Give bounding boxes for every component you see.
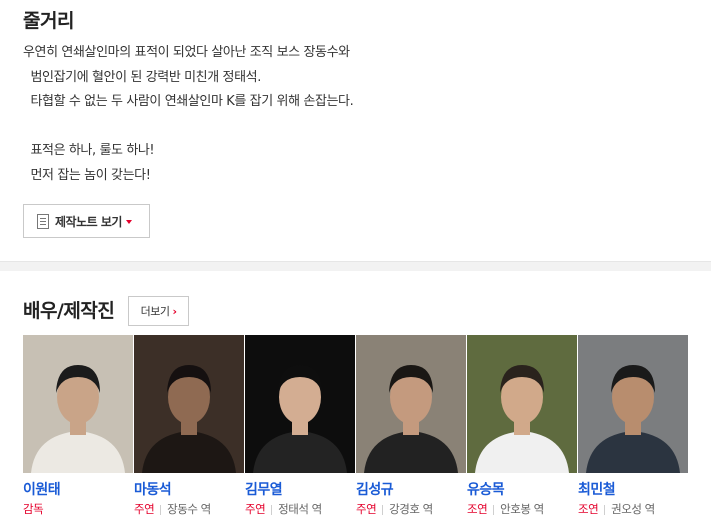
person-photo[interactable] [578, 335, 688, 473]
portrait-illustration [356, 335, 466, 473]
role-separator [271, 504, 273, 515]
person-role: 조연 안호봉 역 [467, 502, 577, 517]
role-type: 주연 [134, 502, 155, 516]
cast-card[interactable]: 유승목 조연 안호봉 역 [467, 335, 577, 517]
cast-card[interactable]: 김무열 주연 정태석 역 [245, 335, 355, 517]
role-type: 주연 [356, 502, 377, 516]
role-separator [160, 504, 162, 515]
role-character: 권오성 역 [611, 502, 655, 516]
more-label: 더보기 [140, 305, 170, 318]
synopsis-line [23, 115, 703, 140]
cast-header: 배우/제작진 더보기 › [23, 296, 190, 326]
caret-down-icon [125, 219, 132, 224]
person-role: 조연 권오성 역 [578, 502, 688, 517]
person-photo[interactable] [134, 335, 244, 473]
role-character: 안호봉 역 [500, 502, 544, 516]
role-character: 정태석 역 [278, 502, 322, 516]
synopsis-line: 표적은 하나, 룰도 하나! [23, 143, 155, 158]
portrait-illustration [134, 335, 244, 473]
person-name[interactable]: 김무열 [245, 482, 355, 498]
synopsis-title: 줄거리 [23, 10, 74, 32]
person-name[interactable]: 김성규 [356, 482, 466, 498]
person-role: 감독 [23, 502, 133, 517]
role-character: 강경호 역 [389, 502, 433, 516]
cast-list: 이원태 감독 마동석 주연 장동수 역 김무열 주연 정태석 역 김성규 주연 … [23, 335, 689, 525]
cast-card[interactable]: 김성규 주연 강경호 역 [356, 335, 466, 517]
person-photo[interactable] [23, 335, 133, 473]
role-type: 조연 [467, 502, 488, 516]
person-role: 주연 강경호 역 [356, 502, 466, 517]
person-photo[interactable] [356, 335, 466, 473]
person-role: 주연 정태석 역 [245, 502, 355, 517]
role-separator [382, 504, 384, 515]
role-type: 감독 [23, 502, 44, 516]
person-name[interactable]: 유승목 [467, 482, 577, 498]
portrait-illustration [245, 335, 355, 473]
production-note-button[interactable]: 제작노트 보기 [23, 204, 150, 238]
person-name[interactable]: 최민철 [578, 482, 688, 498]
person-photo[interactable] [467, 335, 577, 473]
cast-card[interactable]: 최민철 조연 권오성 역 [578, 335, 688, 517]
synopsis-line: 먼저 잡는 놈이 갖는다! [23, 167, 151, 183]
role-separator [604, 504, 606, 515]
synopsis-text: 우연히 연쇄살인마의 표적이 되었다 살아난 조직 보스 장동수와 범인잡기에 … [23, 41, 703, 188]
synopsis-line: 타협할 수 없는 두 사람이 연쇄살인마 K를 잡기 위해 손잡는다. [23, 94, 354, 109]
person-name[interactable]: 이원태 [23, 482, 133, 498]
synopsis-section: 줄거리 우연히 연쇄살인마의 표적이 되었다 살아난 조직 보스 장동수와 범인… [23, 8, 703, 238]
portrait-illustration [23, 335, 133, 473]
person-name[interactable]: 마동석 [134, 482, 244, 498]
role-type: 조연 [578, 502, 599, 516]
cast-title: 배우/제작진 [23, 300, 115, 322]
role-character: 장동수 역 [167, 502, 211, 516]
chevron-right-icon: › [172, 304, 178, 318]
person-role: 주연 장동수 역 [134, 502, 244, 517]
portrait-illustration [578, 335, 688, 473]
more-button[interactable]: 더보기 › [128, 296, 190, 326]
portrait-illustration [467, 335, 577, 473]
section-divider [0, 261, 711, 271]
synopsis-line: 범인잡기에 혈안이 된 강력반 미친개 정태석. [23, 69, 261, 85]
synopsis-line: 우연히 연쇄살인마의 표적이 되었다 살아난 조직 보스 장동수와 [23, 45, 350, 60]
cast-card[interactable]: 마동석 주연 장동수 역 [134, 335, 244, 517]
cast-card[interactable]: 이원태 감독 [23, 335, 133, 517]
person-photo[interactable] [245, 335, 355, 473]
role-separator [493, 504, 495, 515]
document-icon [37, 213, 49, 229]
role-type: 주연 [245, 502, 266, 516]
production-note-label: 제작노트 보기 [55, 214, 122, 229]
